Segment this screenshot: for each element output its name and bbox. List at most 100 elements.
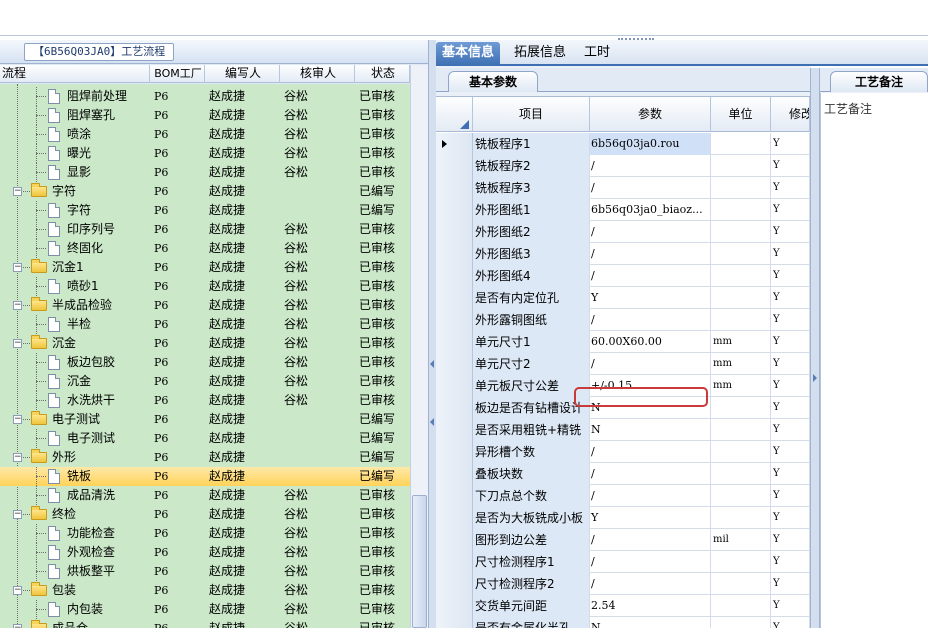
param-modify-cell[interactable]: Y — [771, 265, 810, 287]
param-row[interactable]: 是否采用粗铣+精铣 N Y — [436, 419, 810, 441]
param-unit-cell[interactable] — [711, 155, 771, 177]
param-item-cell[interactable]: 铣板程序3 — [473, 177, 590, 199]
tree-item-row[interactable]: 烘板整平 P6 赵成捷 谷松 已审核 — [0, 562, 410, 581]
param-value-cell[interactable]: Y — [590, 287, 711, 309]
notes-body[interactable]: 工艺备注 — [820, 93, 928, 628]
param-modify-cell[interactable]: Y — [771, 463, 810, 485]
param-unit-cell[interactable] — [711, 199, 771, 221]
collapse-icon[interactable]: − — [13, 510, 22, 519]
param-modify-cell[interactable]: Y — [771, 397, 810, 419]
param-row[interactable]: 交货单元间距 2.54 Y — [436, 595, 810, 617]
param-item-cell[interactable]: 铣板程序1 — [473, 133, 590, 155]
param-value-cell[interactable]: / — [590, 485, 711, 507]
row-header[interactable] — [436, 199, 473, 221]
row-header[interactable] — [436, 309, 473, 331]
tree-item-row[interactable]: 终固化 P6 赵成捷 谷松 已审核 — [0, 239, 410, 258]
param-value-cell[interactable]: / — [590, 529, 711, 551]
tree-item-row[interactable]: 显影 P6 赵成捷 谷松 已审核 — [0, 163, 410, 182]
collapse-icon[interactable]: − — [13, 301, 22, 310]
tree-item-row[interactable]: 阻焊前处理 P6 赵成捷 谷松 已审核 — [0, 87, 410, 106]
param-unit-cell[interactable]: mm — [711, 375, 771, 397]
col-status[interactable]: 状态 — [355, 65, 410, 83]
col-bom[interactable]: BOM工厂 — [150, 65, 205, 83]
tab-process-notes[interactable]: 工艺备注 — [830, 71, 928, 92]
tree-item-row[interactable]: 曝光 P6 赵成捷 谷松 已审核 — [0, 144, 410, 163]
tree-item-row[interactable]: 板边包胶 P6 赵成捷 谷松 已审核 — [0, 353, 410, 372]
row-header[interactable] — [436, 463, 473, 485]
param-item-cell[interactable]: 板边是否有钻槽设计 — [473, 397, 590, 419]
param-row[interactable]: 尺寸检测程序2/ Y — [436, 573, 810, 595]
param-modify-cell[interactable]: Y — [771, 353, 810, 375]
param-row[interactable]: 外形图纸4/ Y — [436, 265, 810, 287]
param-unit-cell[interactable] — [711, 617, 771, 628]
param-item-cell[interactable]: 尺寸检测程序1 — [473, 551, 590, 573]
expand-right-icon[interactable] — [813, 374, 817, 382]
param-item-cell[interactable]: 尺寸检测程序2 — [473, 573, 590, 595]
param-modify-cell[interactable]: Y — [771, 309, 810, 331]
param-modify-cell[interactable]: Y — [771, 199, 810, 221]
tree-item-row[interactable]: 半检 P6 赵成捷 谷松 已审核 — [0, 315, 410, 334]
param-modify-cell[interactable]: Y — [771, 331, 810, 353]
param-modify-cell[interactable]: Y — [771, 441, 810, 463]
param-row[interactable]: 是否为大板铣成小板 Y Y — [436, 507, 810, 529]
param-value-cell[interactable]: / — [590, 353, 711, 375]
param-modify-cell[interactable]: Y — [771, 529, 810, 551]
param-item-cell[interactable]: 叠板块数 — [473, 463, 590, 485]
col-reviewer[interactable]: 核审人 — [280, 65, 355, 83]
row-header[interactable] — [436, 331, 473, 353]
param-value-cell[interactable]: N — [590, 419, 711, 441]
param-modify-cell[interactable]: Y — [771, 507, 810, 529]
param-unit-cell[interactable] — [711, 133, 771, 155]
param-item-cell[interactable]: 单元尺寸1 — [473, 331, 590, 353]
param-unit-cell[interactable] — [711, 595, 771, 617]
param-value-cell[interactable]: / — [590, 221, 711, 243]
param-value-cell[interactable]: / — [590, 463, 711, 485]
collapse-icon[interactable]: − — [13, 624, 22, 628]
tab-basic-params[interactable]: 基本参数 — [448, 71, 538, 92]
param-row[interactable]: 是否有金属化半孔 N Y — [436, 617, 810, 628]
param-value-cell[interactable]: / — [590, 265, 711, 287]
param-value-cell[interactable]: / — [590, 177, 711, 199]
collapse-icon[interactable]: − — [13, 415, 22, 424]
param-item-cell[interactable]: 图形到边公差 — [473, 529, 590, 551]
row-header[interactable] — [436, 177, 473, 199]
tree-item-row[interactable]: 内包装 P6 赵成捷 谷松 已审核 — [0, 600, 410, 619]
collapse-icon[interactable]: − — [13, 187, 22, 196]
tree-folder-row[interactable]: − 终检 P6 赵成捷 谷松 已审核 — [0, 505, 410, 524]
param-unit-cell[interactable]: mm — [711, 331, 771, 353]
param-row[interactable]: 图形到边公差 / mil Y — [436, 529, 810, 551]
row-header[interactable] — [436, 551, 473, 573]
param-row[interactable]: 异形槽个数 / Y — [436, 441, 810, 463]
param-item-cell[interactable]: 是否有金属化半孔 — [473, 617, 590, 628]
col-modify[interactable]: 修改 — [771, 97, 810, 132]
col-item[interactable]: 项目 — [473, 97, 590, 132]
param-row[interactable]: 单元尺寸2/mm Y — [436, 353, 810, 375]
right-splitter[interactable] — [810, 68, 820, 628]
row-header[interactable] — [436, 287, 473, 309]
param-row[interactable]: 下刀点总个数 / Y — [436, 485, 810, 507]
param-value-cell[interactable]: N — [590, 617, 711, 628]
param-unit-cell[interactable] — [711, 177, 771, 199]
param-modify-cell[interactable]: Y — [771, 155, 810, 177]
param-row[interactable]: 铣板程序1 6b56q03ja0.rou Y — [436, 133, 810, 155]
param-modify-cell[interactable]: Y — [771, 419, 810, 441]
param-item-cell[interactable]: 铣板程序2 — [473, 155, 590, 177]
param-modify-cell[interactable]: Y — [771, 573, 810, 595]
row-header[interactable] — [436, 243, 473, 265]
param-row[interactable]: 单元尺寸1 60.00X60.00 mm Y — [436, 331, 810, 353]
collapse-icon[interactable]: − — [13, 263, 22, 272]
param-row[interactable]: 是否有内定位孔 Y Y — [436, 287, 810, 309]
param-value-cell[interactable]: / — [590, 309, 711, 331]
param-item-cell[interactable]: 外形图纸4 — [473, 265, 590, 287]
param-item-cell[interactable]: 是否有内定位孔 — [473, 287, 590, 309]
tree-folder-row[interactable]: − 沉金 P6 赵成捷 谷松 已审核 — [0, 334, 410, 353]
current-row-indicator-icon[interactable] — [436, 133, 473, 155]
param-row[interactable]: 铣板程序2/ Y — [436, 155, 810, 177]
param-modify-cell[interactable]: Y — [771, 485, 810, 507]
param-value-cell[interactable]: 6b56q03ja0.rou — [590, 133, 711, 155]
param-item-cell[interactable]: 异形槽个数 — [473, 441, 590, 463]
param-row[interactable]: 尺寸检测程序1/ Y — [436, 551, 810, 573]
param-value-cell[interactable]: 60.00X60.00 — [590, 331, 711, 353]
param-value-cell[interactable]: / — [590, 243, 711, 265]
param-item-cell[interactable]: 外形图纸2 — [473, 221, 590, 243]
